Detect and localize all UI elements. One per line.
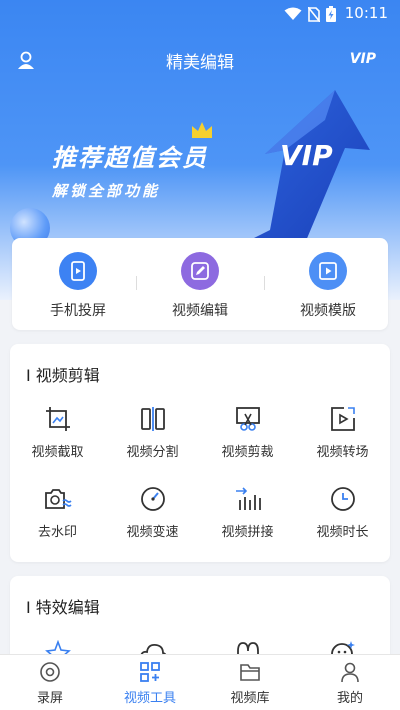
tool-label: 去水印 — [37, 525, 77, 540]
tool-label: 视频变速 — [126, 525, 179, 540]
status-time: 10:11 — [344, 4, 388, 22]
clock-icon — [330, 487, 355, 511]
tab-mine[interactable]: 我的 — [300, 661, 400, 706]
tool-video-trim[interactable]: 视频剪裁 — [200, 406, 295, 460]
tab-label: 视频库 — [230, 691, 270, 706]
camera-watermark-icon — [44, 489, 72, 509]
tool-remove-watermark[interactable]: 去水印 — [10, 486, 105, 540]
video-editing-section: I 视频剪辑 视频截取 视频分割 视频剪裁 视频转场 去水印 视频变速 视频拼接 — [10, 344, 390, 562]
vip-art-text: VIP — [280, 139, 333, 172]
tool-label: 视频截取 — [31, 445, 84, 460]
tab-label: 录屏 — [36, 691, 63, 706]
section-title: I 视频剪辑 — [26, 366, 100, 385]
tool-video-transition[interactable]: 视频转场 — [295, 406, 390, 460]
split-icon — [140, 407, 165, 431]
quick-action-video-template[interactable]: 视频模版 — [268, 252, 388, 320]
status-bar: 10:11 — [0, 0, 400, 28]
tool-label: 视频剪裁 — [221, 445, 274, 460]
quick-actions-card: 手机投屏 视频编辑 视频模版 — [12, 238, 388, 330]
app-bar: 精美编辑 VIP — [0, 40, 400, 80]
divider — [264, 276, 265, 290]
battery-charging-icon — [326, 6, 336, 22]
tool-video-crop[interactable]: 视频截取 — [10, 406, 105, 460]
tool-video-split[interactable]: 视频分割 — [105, 406, 200, 460]
pen-edit-icon — [181, 252, 219, 290]
merge-bars-icon — [235, 487, 261, 510]
tool-label: 视频分割 — [126, 445, 179, 460]
quick-action-screen-cast[interactable]: 手机投屏 — [18, 252, 138, 320]
tool-label: 视频转场 — [316, 445, 369, 460]
tab-record[interactable]: 录屏 — [0, 661, 100, 706]
tab-label: 我的 — [336, 691, 363, 706]
divider — [136, 276, 137, 290]
tool-video-duration[interactable]: 视频时长 — [295, 486, 390, 540]
speedometer-icon — [140, 487, 165, 511]
bottom-tab-bar: 录屏 视频工具 视频库 我的 — [0, 654, 400, 710]
folder-icon — [240, 664, 260, 681]
tools-grid-icon — [140, 662, 160, 682]
crop-frame-icon — [45, 407, 70, 431]
screen-cast-icon — [59, 252, 97, 290]
crown-icon — [192, 122, 212, 138]
quick-action-label: 手机投屏 — [50, 303, 106, 319]
tool-label: 视频时长 — [316, 525, 369, 540]
record-icon — [40, 662, 60, 682]
status-icons — [284, 6, 336, 22]
page-title: 精美编辑 — [166, 53, 234, 73]
section-title: I 特效编辑 — [26, 598, 100, 617]
video-template-icon — [309, 252, 347, 290]
quick-action-label: 视频编辑 — [172, 303, 228, 319]
tool-label: 视频拼接 — [221, 525, 274, 540]
tab-video-library[interactable]: 视频库 — [200, 661, 300, 706]
tab-video-tools[interactable]: 视频工具 — [100, 661, 200, 706]
wifi-icon — [284, 7, 302, 20]
banner-headline[interactable]: 推荐超值会员 — [52, 138, 208, 173]
no-sim-icon — [308, 6, 320, 22]
vip-button[interactable]: VIP — [350, 51, 376, 67]
quick-action-label: 视频模版 — [300, 303, 356, 319]
person-icon — [341, 662, 359, 683]
banner-subline: 解锁全部功能 — [52, 182, 161, 200]
tool-video-merge[interactable]: 视频拼接 — [200, 486, 295, 540]
tool-video-speed[interactable]: 视频变速 — [105, 486, 200, 540]
transition-icon — [330, 407, 355, 431]
scissors-icon — [235, 407, 260, 431]
tab-label: 视频工具 — [123, 691, 176, 706]
vip-arrow-art: VIP — [230, 90, 370, 255]
quick-action-video-edit[interactable]: 视频编辑 — [140, 252, 260, 320]
